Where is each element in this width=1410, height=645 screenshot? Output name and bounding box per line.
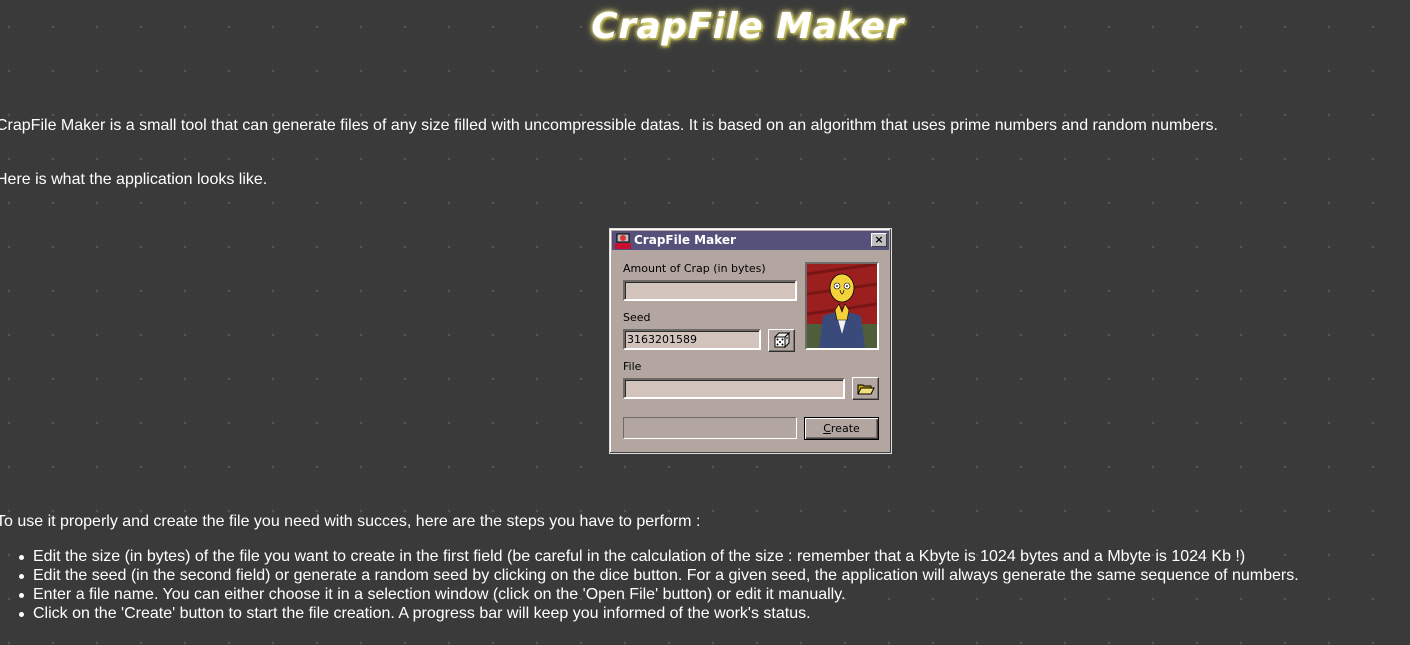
step-item: Enter a file name. You can either choose…	[19, 585, 1299, 604]
seed-field[interactable]: 3163201589	[623, 329, 761, 350]
step-item: Edit the seed (in the second field) or g…	[19, 567, 1299, 584]
amount-field[interactable]	[623, 280, 797, 301]
page-title: CrapFile Maker	[591, 6, 904, 47]
crap-app-icon	[615, 233, 631, 249]
seed-label: Seed	[623, 311, 651, 324]
open-file-button[interactable]	[852, 377, 879, 400]
steps-list: Edit the size (in bytes) of the file you…	[19, 547, 1299, 623]
create-button[interactable]: Create	[804, 417, 879, 440]
dice-icon	[773, 331, 791, 349]
step-item: Click on the 'Create' button to start th…	[19, 604, 1299, 623]
progress-bar	[623, 417, 797, 439]
portrait-image	[807, 264, 877, 348]
step-item: Edit the size (in bytes) of the file you…	[19, 547, 1299, 566]
app-window: CrapFile Maker × Amount of Crap (in byte…	[609, 228, 892, 454]
window-title: CrapFile Maker	[634, 233, 736, 247]
looks-like-paragraph: Here is what the application looks like.	[0, 171, 268, 188]
create-accel: C	[823, 422, 831, 435]
close-icon[interactable]: ×	[871, 233, 887, 247]
create-label-rest: reate	[830, 422, 860, 435]
window-titlebar[interactable]: CrapFile Maker ×	[612, 231, 889, 250]
intro-paragraph: CrapFile Maker is a small tool that can …	[0, 117, 1218, 134]
amount-label: Amount of Crap (in bytes)	[623, 262, 766, 275]
mr-burns-picture	[805, 262, 879, 350]
dice-button[interactable]	[768, 329, 795, 352]
open-folder-icon	[857, 384, 875, 395]
file-label: File	[623, 360, 642, 373]
file-field[interactable]	[623, 378, 845, 399]
steps-intro: To use it properly and create the file y…	[0, 513, 701, 530]
